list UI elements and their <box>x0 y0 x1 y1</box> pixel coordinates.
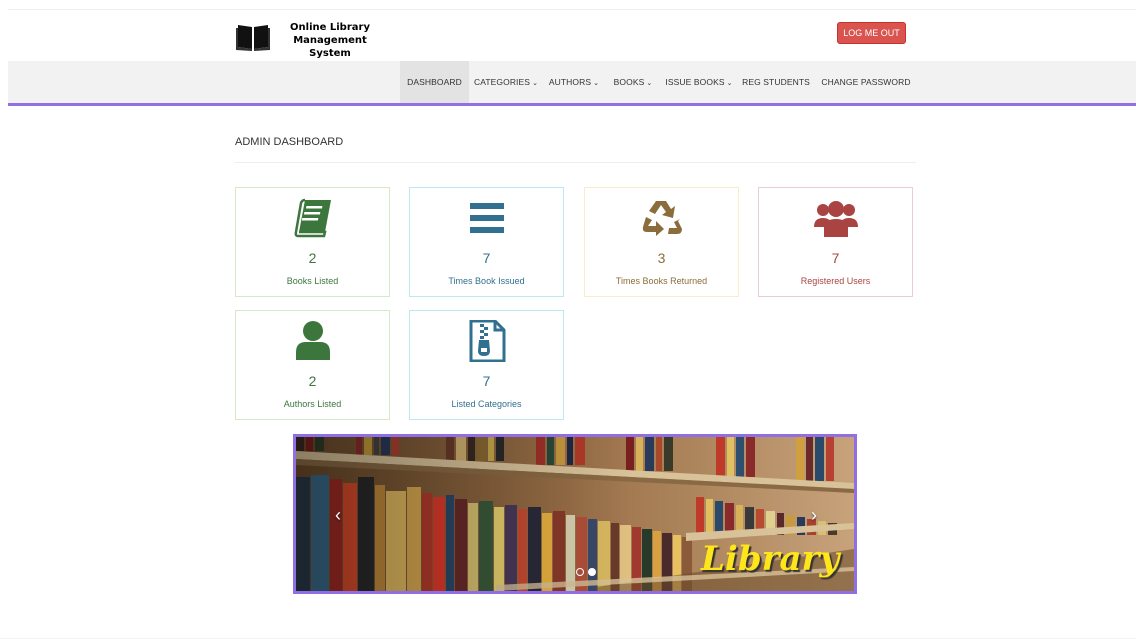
brand-title: Online Library Management System <box>275 21 385 60</box>
nav-label: REG STUDENTS <box>742 77 810 87</box>
times-books-returned-count: 3 <box>657 250 666 266</box>
nav-dashboard[interactable]: DASHBOARD <box>400 61 469 103</box>
authors-listed-card[interactable]: 2 Authors Listed <box>235 310 390 420</box>
open-book-logo-icon <box>236 25 270 51</box>
user-icon <box>295 321 330 360</box>
carousel-prev-button[interactable]: ‹ <box>330 505 346 525</box>
listed-categories-label: Listed Categories <box>451 399 522 409</box>
books-listed-count: 2 <box>308 250 317 266</box>
nav-reg-students[interactable]: REG STUDENTS <box>741 61 811 103</box>
nav-label: CATEGORIES <box>473 77 531 87</box>
carousel-indicators <box>574 563 598 581</box>
bars-icon <box>469 203 504 233</box>
title-divider <box>235 162 916 163</box>
books-listed-label: Books Listed <box>286 276 339 286</box>
listed-categories-card[interactable]: 7 Listed Categories <box>409 310 564 420</box>
nav-label: DASHBOARD <box>407 77 462 87</box>
footer-divider <box>0 638 1136 639</box>
nav-categories[interactable]: CATEGORIES ⌄ <box>472 61 540 103</box>
listed-categories-count: 7 <box>482 373 491 389</box>
page-title: ADMIN DASHBOARD <box>235 136 344 148</box>
recycle-icon <box>642 201 682 236</box>
nav-books[interactable]: BOOKS ⌄ <box>610 61 656 103</box>
carousel-dot-active[interactable] <box>588 568 596 576</box>
nav-issue-books[interactable]: ISSUE BOOKS ⌄ <box>664 61 734 103</box>
books-listed-card[interactable]: 2 Books Listed <box>235 187 390 297</box>
nav-label: ISSUE BOOKS <box>665 77 725 87</box>
times-books-returned-card[interactable]: 3 Times Books Returned <box>584 187 739 297</box>
file-archive-icon <box>469 320 505 362</box>
chevron-down-icon: ⌄ <box>593 80 600 87</box>
nav-label: BOOKS <box>613 77 645 87</box>
chevron-down-icon: ⌄ <box>726 80 733 87</box>
nav-label: AUTHORS <box>548 77 592 87</box>
times-books-returned-label: Times Books Returned <box>615 276 708 286</box>
carousel-dot[interactable] <box>576 568 584 576</box>
brand-title-line1: Online Library <box>290 22 370 33</box>
chevron-down-icon: ⌄ <box>646 80 653 87</box>
top-header: Online Library Management System LOG ME … <box>8 9 1136 63</box>
registered-users-label: Registered Users <box>800 276 871 286</box>
authors-listed-count: 2 <box>308 373 317 389</box>
library-carousel[interactable]: ‹ › Library <box>293 434 857 594</box>
users-icon <box>813 201 858 237</box>
nav-label: CHANGE PASSWORD <box>821 77 911 87</box>
times-book-issued-count: 7 <box>482 250 491 266</box>
nav-change-password[interactable]: CHANGE PASSWORD <box>818 61 914 103</box>
chevron-down-icon: ⌄ <box>532 80 539 87</box>
registered-users-count: 7 <box>831 250 840 266</box>
times-book-issued-label: Times Book Issued <box>448 276 525 286</box>
nav-authors[interactable]: AUTHORS ⌄ <box>546 61 602 103</box>
logout-button[interactable]: LOG ME OUT <box>837 22 906 44</box>
brand-title-line2: Management System <box>293 35 367 59</box>
times-book-issued-card[interactable]: 7 Times Book Issued <box>409 187 564 297</box>
main-navbar: DASHBOARD CATEGORIES ⌄ AUTHORS ⌄ BOOKS ⌄ IS… <box>8 61 1136 106</box>
book-icon <box>294 198 331 238</box>
authors-listed-label: Authors Listed <box>283 399 342 409</box>
registered-users-card[interactable]: 7 Registered Users <box>758 187 913 297</box>
carousel-caption: Library <box>701 539 840 579</box>
carousel-next-button[interactable]: › <box>806 505 822 525</box>
